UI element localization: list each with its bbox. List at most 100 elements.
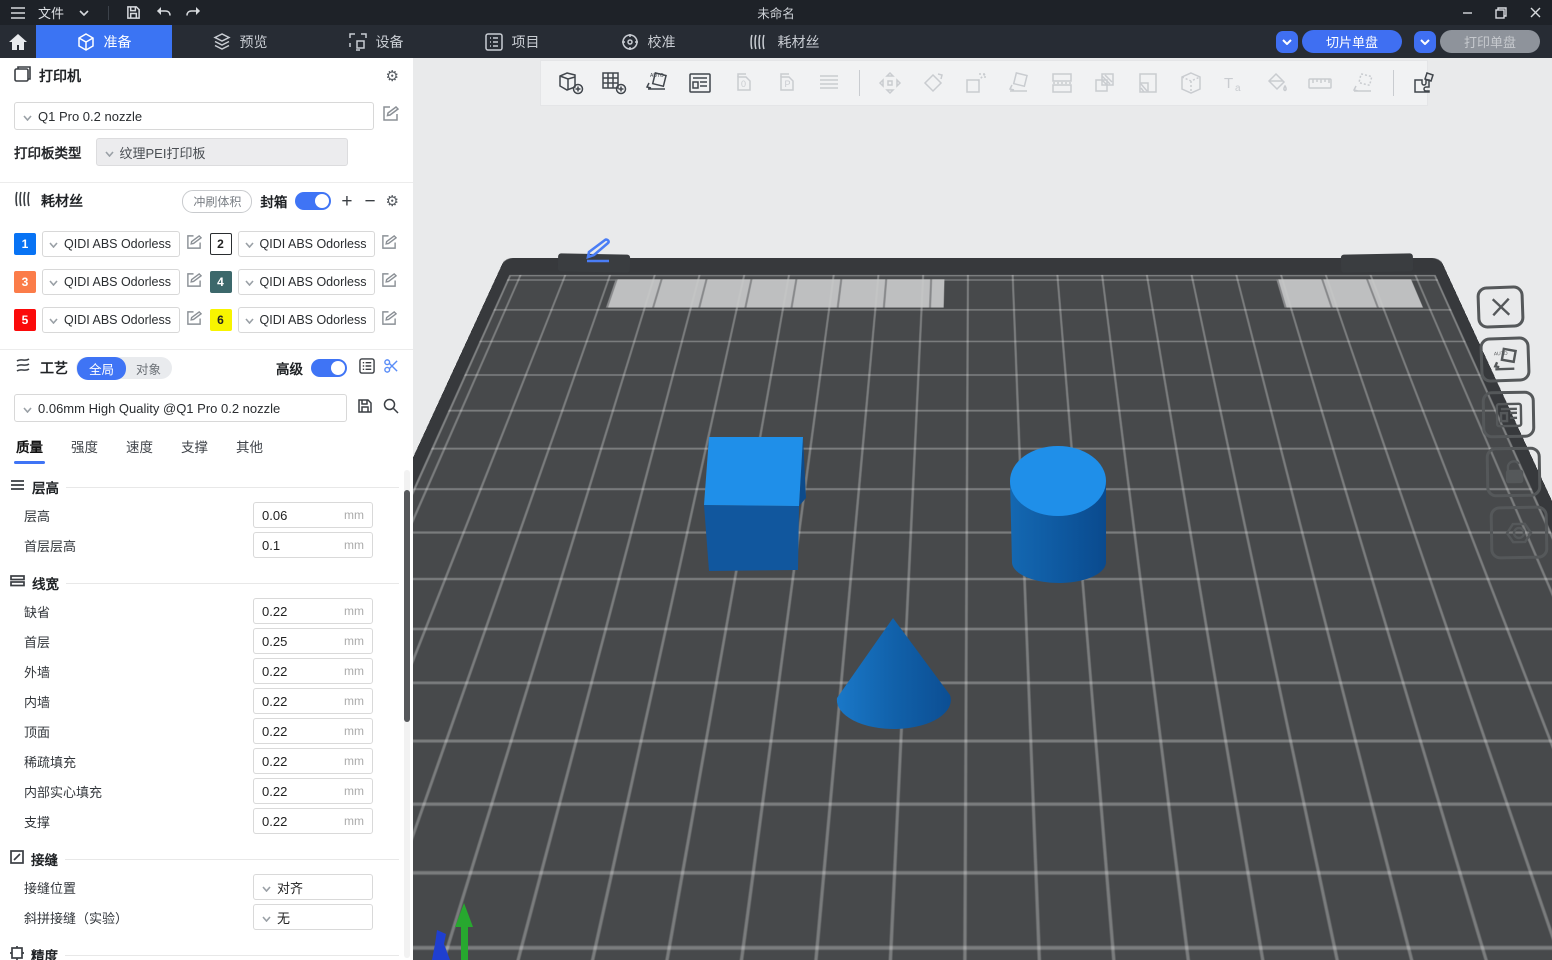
layers-list-icon[interactable]	[811, 65, 847, 101]
seal-toggle[interactable]	[295, 192, 331, 210]
search-preset-icon[interactable]	[383, 398, 399, 419]
plate-name-edit-icon[interactable]	[581, 234, 617, 269]
line-width-sparse-infill-input[interactable]: 0.22mm	[253, 748, 373, 774]
filament-select-4[interactable]: QIDI ABS Odorless	[238, 269, 376, 295]
tab-device[interactable]: 设备	[308, 25, 444, 58]
variable-layer-icon[interactable]	[1130, 65, 1166, 101]
viewport-3d[interactable]: AUTO 0 P	[413, 58, 1552, 960]
tab-filament[interactable]: 耗材丝	[716, 25, 852, 58]
tab-preview[interactable]: 预览	[172, 25, 308, 58]
delete-plate-icon[interactable]	[1476, 285, 1524, 329]
minimize-button[interactable]	[1450, 0, 1484, 25]
slice-plate-button[interactable]: 切片单盘	[1302, 30, 1402, 53]
add-plate-icon[interactable]	[596, 65, 632, 101]
compare-presets-icon[interactable]	[383, 358, 399, 379]
printer-select[interactable]: Q1 Pro 0.2 nozzle	[14, 102, 374, 130]
text-tool-icon[interactable]: Ta	[1216, 65, 1252, 101]
process-preset-select[interactable]: 0.06mm High Quality @Q1 Pro 0.2 nozzle	[14, 394, 347, 422]
advanced-toggle[interactable]	[311, 359, 347, 377]
line-width-internal-solid-infill-input[interactable]: 0.22mm	[253, 778, 373, 804]
filament-select-6[interactable]: QIDI ABS Odorless	[238, 307, 376, 333]
tab-speed[interactable]: 速度	[126, 436, 153, 464]
filament-select-5[interactable]: QIDI ABS Odorless	[42, 307, 180, 333]
filament-chip-4[interactable]: 4	[210, 271, 232, 293]
filament-edit-icon-6[interactable]	[381, 310, 399, 331]
filament-edit-icon-4[interactable]	[381, 272, 399, 293]
hamburger-menu-icon[interactable]	[8, 3, 28, 23]
paint-icon[interactable]	[1259, 65, 1295, 101]
tab-prepare[interactable]: 准备	[36, 25, 172, 58]
scale-icon[interactable]	[958, 65, 994, 101]
seam-position-select[interactable]: 对齐	[253, 874, 373, 900]
paste-icon[interactable]: P	[768, 65, 804, 101]
line-width-support-input[interactable]: 0.22mm	[253, 808, 373, 834]
arrange-icon[interactable]	[682, 65, 718, 101]
redo-icon[interactable]	[183, 3, 203, 23]
filament-chip-2[interactable]: 2	[210, 233, 232, 255]
layer-height-input[interactable]: 0.06mm	[253, 502, 373, 528]
filament-select-1[interactable]: QIDI ABS Odorless	[42, 231, 180, 257]
move-icon[interactable]	[872, 65, 908, 101]
printer-settings-gear-icon[interactable]: ⚙	[386, 69, 399, 84]
line-width-inner-wall-input[interactable]: 0.22mm	[253, 688, 373, 714]
line-width-top-surface-input[interactable]: 0.22mm	[253, 718, 373, 744]
filament-select-3[interactable]: QIDI ABS Odorless	[42, 269, 180, 295]
measure-icon[interactable]	[1302, 65, 1338, 101]
arrange-plate-icon[interactable]	[1482, 391, 1536, 439]
auto-orient-icon[interactable]: AUTO	[639, 65, 675, 101]
filament-chip-3[interactable]: 3	[14, 271, 36, 293]
save-icon[interactable]	[123, 3, 143, 23]
seam-paint-icon[interactable]	[1345, 65, 1381, 101]
build-plate[interactable]	[413, 258, 1552, 960]
filament-chip-1[interactable]: 1	[14, 233, 36, 255]
home-button[interactable]	[0, 25, 36, 58]
print-plate-button[interactable]: 打印单盘	[1440, 30, 1540, 53]
slice-dropdown-button[interactable]	[1276, 31, 1298, 53]
plate-settings-icon[interactable]	[1490, 505, 1549, 559]
tab-calibration[interactable]: 校准	[580, 25, 716, 58]
file-menu[interactable]: 文件	[38, 3, 64, 22]
add-model-icon[interactable]	[553, 65, 589, 101]
auto-orient-plate-icon[interactable]: AUTO	[1479, 336, 1531, 383]
filament-edit-icon-1[interactable]	[186, 234, 204, 255]
line-width-outer-wall-input[interactable]: 0.22mm	[253, 658, 373, 684]
line-width-first-layer-input[interactable]: 0.25mm	[253, 628, 373, 654]
first-layer-height-input[interactable]: 0.1mm	[253, 532, 373, 558]
save-preset-icon[interactable]	[357, 398, 373, 419]
printer-edit-icon[interactable]	[382, 105, 399, 127]
lay-on-face-icon[interactable]	[1001, 65, 1037, 101]
scarf-seam-select[interactable]: 无	[253, 904, 373, 930]
copy-icon[interactable]: 0	[725, 65, 761, 101]
sidebar-scrollbar[interactable]	[404, 470, 410, 958]
tab-strength[interactable]: 强度	[71, 436, 98, 464]
tab-support[interactable]: 支撑	[181, 436, 208, 464]
close-button[interactable]	[1518, 0, 1552, 25]
lock-plate-icon[interactable]	[1486, 447, 1542, 498]
filament-edit-icon-2[interactable]	[381, 234, 399, 255]
scrollbar-thumb[interactable]	[404, 490, 410, 722]
scope-global-button[interactable]: 全局	[77, 357, 126, 380]
line-width-default-input[interactable]: 0.22mm	[253, 598, 373, 624]
assemble-icon[interactable]	[1406, 65, 1442, 101]
cut-icon[interactable]	[1173, 65, 1209, 101]
maximize-button[interactable]	[1484, 0, 1518, 25]
print-dropdown-button[interactable]	[1414, 31, 1436, 53]
file-menu-chevron-icon[interactable]	[74, 3, 94, 23]
filament-edit-icon-5[interactable]	[186, 310, 204, 331]
filament-settings-gear-icon[interactable]: ⚙	[386, 194, 399, 209]
filament-select-2[interactable]: QIDI ABS Odorless	[238, 231, 376, 257]
scope-object-button[interactable]: 对象	[126, 357, 171, 380]
bed-type-select[interactable]: 纹理PEI打印板	[96, 138, 348, 166]
remove-filament-button[interactable]: −	[362, 192, 377, 211]
detail-settings-icon[interactable]	[359, 358, 375, 379]
tab-project[interactable]: 项目	[444, 25, 580, 58]
filament-chip-5[interactable]: 5	[14, 309, 36, 331]
flush-volume-button[interactable]: 冲刷体积	[182, 190, 252, 213]
tab-others[interactable]: 其他	[236, 436, 263, 464]
rotate-icon[interactable]	[915, 65, 951, 101]
filament-chip-6[interactable]: 6	[210, 309, 232, 331]
add-filament-button[interactable]: +	[339, 192, 354, 211]
tab-quality[interactable]: 质量	[16, 436, 43, 464]
merge-icon[interactable]	[1087, 65, 1123, 101]
filament-edit-icon-3[interactable]	[186, 272, 204, 293]
